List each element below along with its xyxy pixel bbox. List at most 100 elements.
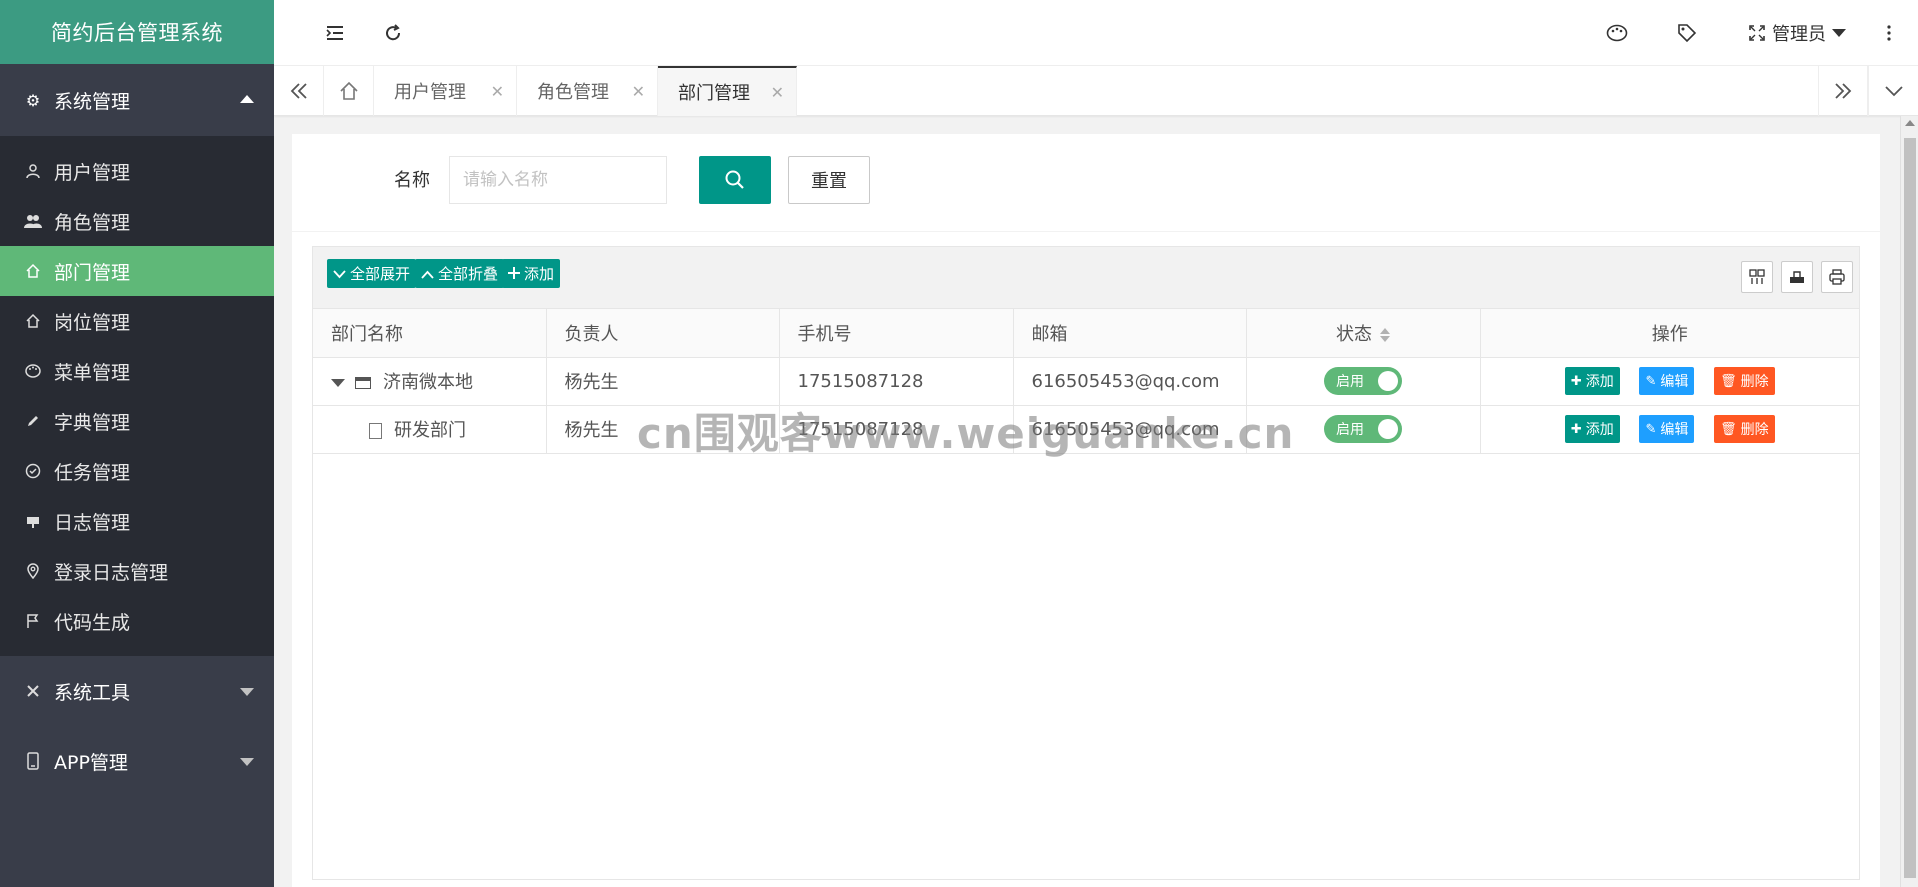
column-header-status[interactable]: 状态 bbox=[1246, 309, 1481, 358]
expand-all-label: 全部展开 bbox=[350, 265, 411, 283]
row-edit-label: 编辑 bbox=[1660, 374, 1689, 390]
tab-role[interactable]: 角色管理 ✕ bbox=[517, 66, 658, 116]
column-header-actions: 操作 bbox=[1480, 309, 1859, 358]
status-toggle-label: 启用 bbox=[1336, 374, 1364, 390]
close-icon[interactable]: ✕ bbox=[632, 82, 645, 101]
users-icon bbox=[24, 212, 42, 230]
print-icon[interactable] bbox=[1821, 261, 1853, 293]
sidebar-item-log[interactable]: 日志管理 bbox=[0, 496, 274, 546]
reset-button[interactable]: 重置 bbox=[788, 156, 870, 204]
row-add-button[interactable]: ✚ 添加 bbox=[1564, 367, 1620, 395]
tag-icon[interactable] bbox=[1662, 0, 1712, 66]
pencil-icon: ✎ bbox=[1645, 421, 1657, 437]
log-icon bbox=[24, 512, 42, 530]
sidebar-toggle-icon[interactable] bbox=[310, 0, 360, 66]
tabs-bar: 用户管理 ✕ 角色管理 ✕ 部门管理 ✕ bbox=[274, 66, 1918, 116]
department-name: 济南微本地 bbox=[383, 372, 473, 393]
sidebar-item-user[interactable]: 用户管理 bbox=[0, 146, 274, 196]
menu-group-label: APP管理 bbox=[54, 751, 128, 774]
row-edit-button[interactable]: ✎ 编辑 bbox=[1639, 367, 1695, 395]
sidebar-item-dict[interactable]: 字典管理 bbox=[0, 396, 274, 446]
row-delete-label: 删除 bbox=[1740, 374, 1769, 390]
menu-group-tools[interactable]: 系统工具 bbox=[0, 656, 274, 726]
sidebar-item-position[interactable]: 岗位管理 bbox=[0, 296, 274, 346]
close-icon[interactable]: ✕ bbox=[491, 82, 504, 101]
tabs-dropdown-icon[interactable] bbox=[1868, 66, 1918, 116]
home-icon bbox=[24, 262, 42, 280]
export-icon[interactable] bbox=[1781, 261, 1813, 293]
name-label: 名称 bbox=[394, 170, 430, 191]
tabs-scroll-right-icon[interactable] bbox=[1818, 66, 1868, 116]
tabs-scroll-left-icon[interactable] bbox=[274, 66, 324, 116]
row-edit-button[interactable]: ✎ 编辑 bbox=[1639, 415, 1695, 443]
search-icon bbox=[725, 170, 744, 189]
caret-down-icon bbox=[240, 688, 254, 696]
trash-icon: 🗑 bbox=[1720, 421, 1737, 437]
chevron-down-icon bbox=[1832, 29, 1846, 37]
sidebar: 简约后台管理系统 ⚙ 系统管理 用户管理 角色管理 部门管理 岗位管理 菜单管理… bbox=[0, 0, 274, 887]
collapse-all-button[interactable]: 全部折叠 bbox=[415, 259, 505, 288]
close-icon[interactable]: ✕ bbox=[771, 83, 784, 102]
user-menu[interactable]: 管理员 bbox=[1772, 0, 1846, 66]
app-logo[interactable]: 简约后台管理系统 bbox=[0, 0, 274, 64]
status-header-label: 状态 bbox=[1336, 323, 1372, 345]
theme-palette-icon[interactable] bbox=[1592, 0, 1642, 66]
sidebar-item-label: 角色管理 bbox=[54, 211, 131, 234]
tools-icon bbox=[24, 682, 42, 700]
trash-icon: 🗑 bbox=[1720, 373, 1737, 389]
tab-user[interactable]: 用户管理 ✕ bbox=[374, 66, 517, 116]
cell-actions: ✚ 添加 ✎ 编辑 🗑 删除 bbox=[1480, 405, 1859, 454]
scrollbar-thumb[interactable] bbox=[1904, 138, 1916, 878]
row-add-label: 添加 bbox=[1585, 422, 1614, 438]
search-button[interactable] bbox=[699, 156, 771, 204]
sidebar-item-task[interactable]: 任务管理 bbox=[0, 446, 274, 496]
row-delete-button[interactable]: 🗑 删除 bbox=[1714, 367, 1775, 395]
tree-expand-icon[interactable] bbox=[331, 379, 345, 387]
sidebar-item-login-log[interactable]: 登录日志管理 bbox=[0, 546, 274, 596]
cell-name: 济南微本地 bbox=[313, 357, 547, 406]
plus-icon: ✚ bbox=[1570, 373, 1582, 389]
column-header-email: 邮箱 bbox=[1013, 309, 1247, 358]
menu-group-label: 系统管理 bbox=[54, 90, 131, 113]
page-scrollbar[interactable] bbox=[1900, 116, 1918, 887]
sidebar-item-label: 代码生成 bbox=[54, 611, 131, 634]
status-toggle[interactable]: 启用 bbox=[1324, 415, 1402, 443]
status-toggle[interactable]: 启用 bbox=[1324, 367, 1402, 395]
main-content: 名称 重置 全部展开 全部折叠 bbox=[292, 134, 1880, 887]
plus-icon bbox=[508, 265, 520, 283]
menu-group-app[interactable]: APP管理 bbox=[0, 726, 274, 796]
expand-all-button[interactable]: 全部展开 bbox=[327, 259, 417, 288]
tab-label: 部门管理 bbox=[678, 83, 750, 104]
columns-filter-icon[interactable] bbox=[1741, 261, 1773, 293]
sidebar-item-department[interactable]: 部门管理 bbox=[0, 246, 274, 296]
location-icon bbox=[24, 562, 42, 580]
tab-home-icon[interactable] bbox=[324, 66, 374, 116]
toggle-knob bbox=[1378, 371, 1398, 391]
sidebar-item-codegen[interactable]: 代码生成 bbox=[0, 596, 274, 646]
sidebar-item-label: 部门管理 bbox=[54, 261, 131, 284]
cell-leader: 杨先生 bbox=[546, 357, 780, 406]
menu-group-label: 系统工具 bbox=[54, 681, 131, 704]
sidebar-item-label: 用户管理 bbox=[54, 161, 131, 184]
status-toggle-label: 启用 bbox=[1336, 422, 1364, 438]
sort-icon[interactable] bbox=[1380, 327, 1390, 343]
row-delete-button[interactable]: 🗑 删除 bbox=[1714, 415, 1775, 443]
sidebar-item-label: 登录日志管理 bbox=[54, 561, 169, 584]
gear-icon: ⚙ bbox=[25, 90, 41, 110]
submenu-system: 用户管理 角色管理 部门管理 岗位管理 菜单管理 字典管理 任务管理 日志管理 … bbox=[0, 136, 274, 656]
caret-down-icon bbox=[240, 758, 254, 766]
user-name: 管理员 bbox=[1772, 24, 1826, 45]
sidebar-item-role[interactable]: 角色管理 bbox=[0, 196, 274, 246]
menu-group-system[interactable]: ⚙ 系统管理 bbox=[0, 64, 274, 136]
sidebar-item-menu[interactable]: 菜单管理 bbox=[0, 346, 274, 396]
refresh-icon[interactable] bbox=[368, 0, 418, 66]
file-icon bbox=[369, 423, 382, 439]
more-vertical-icon[interactable] bbox=[1874, 0, 1904, 66]
tab-department[interactable]: 部门管理 ✕ bbox=[658, 66, 797, 116]
sidebar-item-label: 岗位管理 bbox=[54, 311, 131, 334]
mobile-icon bbox=[24, 752, 42, 770]
name-search-input[interactable] bbox=[449, 156, 667, 204]
toolbar-add-button[interactable]: 添加 bbox=[502, 259, 561, 288]
row-add-button[interactable]: ✚ 添加 bbox=[1564, 415, 1620, 443]
scroll-up-icon[interactable] bbox=[1905, 120, 1915, 126]
